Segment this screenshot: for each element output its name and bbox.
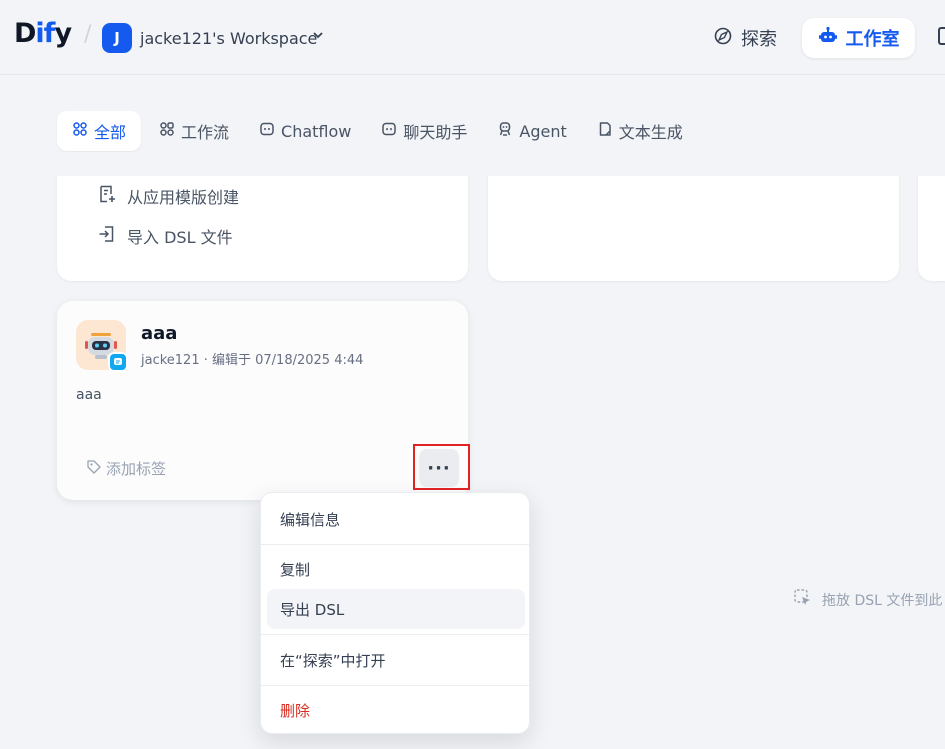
menu-item-duplicate[interactable]: 复制 [267, 549, 525, 589]
menu-item-edit-info[interactable]: 编辑信息 [267, 499, 525, 539]
app-card[interactable]: aaa jacke121 · 编辑于 07/18/2025 4:44 aaa 添… [57, 301, 468, 500]
workflow-icon [159, 121, 175, 141]
app-type-tabs: 全部 工作流 Chatflow 聊天助手 Agent 文本生成 [57, 111, 701, 151]
tab-chat-assistant[interactable]: 聊天助手 [369, 111, 479, 151]
top-header: Dify / J jacke121's Workspace 探索 工作室 [0, 0, 945, 75]
add-tag-button[interactable]: 添加标签 [86, 458, 166, 479]
app-description: aaa [76, 387, 102, 403]
menu-divider [261, 685, 529, 686]
tab-all[interactable]: 全部 [57, 111, 142, 151]
tab-agent[interactable]: Agent [485, 111, 578, 151]
scroll-mask [0, 152, 945, 176]
agent-icon [497, 121, 513, 141]
workspace-avatar[interactable]: J [102, 23, 132, 53]
document-icon [597, 121, 613, 141]
menu-item-delete[interactable]: 删除 [267, 690, 525, 730]
chat-mode-badge-icon [108, 352, 128, 372]
workspace-name[interactable]: jacke121's Workspace [140, 29, 317, 48]
tab-chatflow[interactable]: Chatflow [247, 111, 363, 151]
tag-icon [86, 459, 102, 479]
drag-drop-icon [793, 588, 813, 612]
chatflow-icon [259, 121, 275, 141]
grid-icon [72, 121, 88, 141]
menu-item-open-in-explore[interactable]: 在“探索”中打开 [267, 640, 525, 680]
chat-bot-icon [381, 121, 397, 141]
highlight-box [413, 444, 470, 490]
menu-divider [261, 634, 529, 635]
import-dsl-button[interactable]: 导入 DSL 文件 [97, 224, 233, 248]
app-meta: jacke121 · 编辑于 07/18/2025 4:44 [141, 353, 364, 368]
robot-icon [818, 26, 838, 51]
import-icon [97, 224, 117, 248]
nav-explore[interactable]: 探索 [707, 18, 783, 58]
tab-text-generation[interactable]: 文本生成 [585, 111, 695, 151]
drop-dsl-hint: 拖放 DSL 文件到此 [793, 588, 942, 612]
app-name: aaa [141, 323, 178, 344]
create-app-card: 从应用模版创建 导入 DSL 文件 [57, 160, 468, 281]
compass-icon [713, 26, 733, 51]
tab-workflow[interactable]: 工作流 [147, 111, 241, 151]
menu-item-export-dsl[interactable]: 导出 DSL [267, 589, 525, 629]
dify-logo[interactable]: Dify [14, 18, 72, 49]
app-card-placeholder[interactable] [918, 160, 945, 281]
template-icon [97, 184, 117, 208]
nav-studio[interactable]: 工作室 [802, 18, 915, 58]
chevron-down-icon[interactable] [312, 29, 324, 45]
menu-divider [261, 544, 529, 545]
create-from-template-button[interactable]: 从应用模版创建 [97, 184, 239, 208]
knowledge-icon[interactable] [938, 27, 945, 45]
app-card-placeholder[interactable] [488, 160, 899, 281]
app-context-menu: 编辑信息 复制 导出 DSL 在“探索”中打开 删除 [260, 492, 530, 734]
breadcrumb-separator: / [84, 22, 92, 47]
